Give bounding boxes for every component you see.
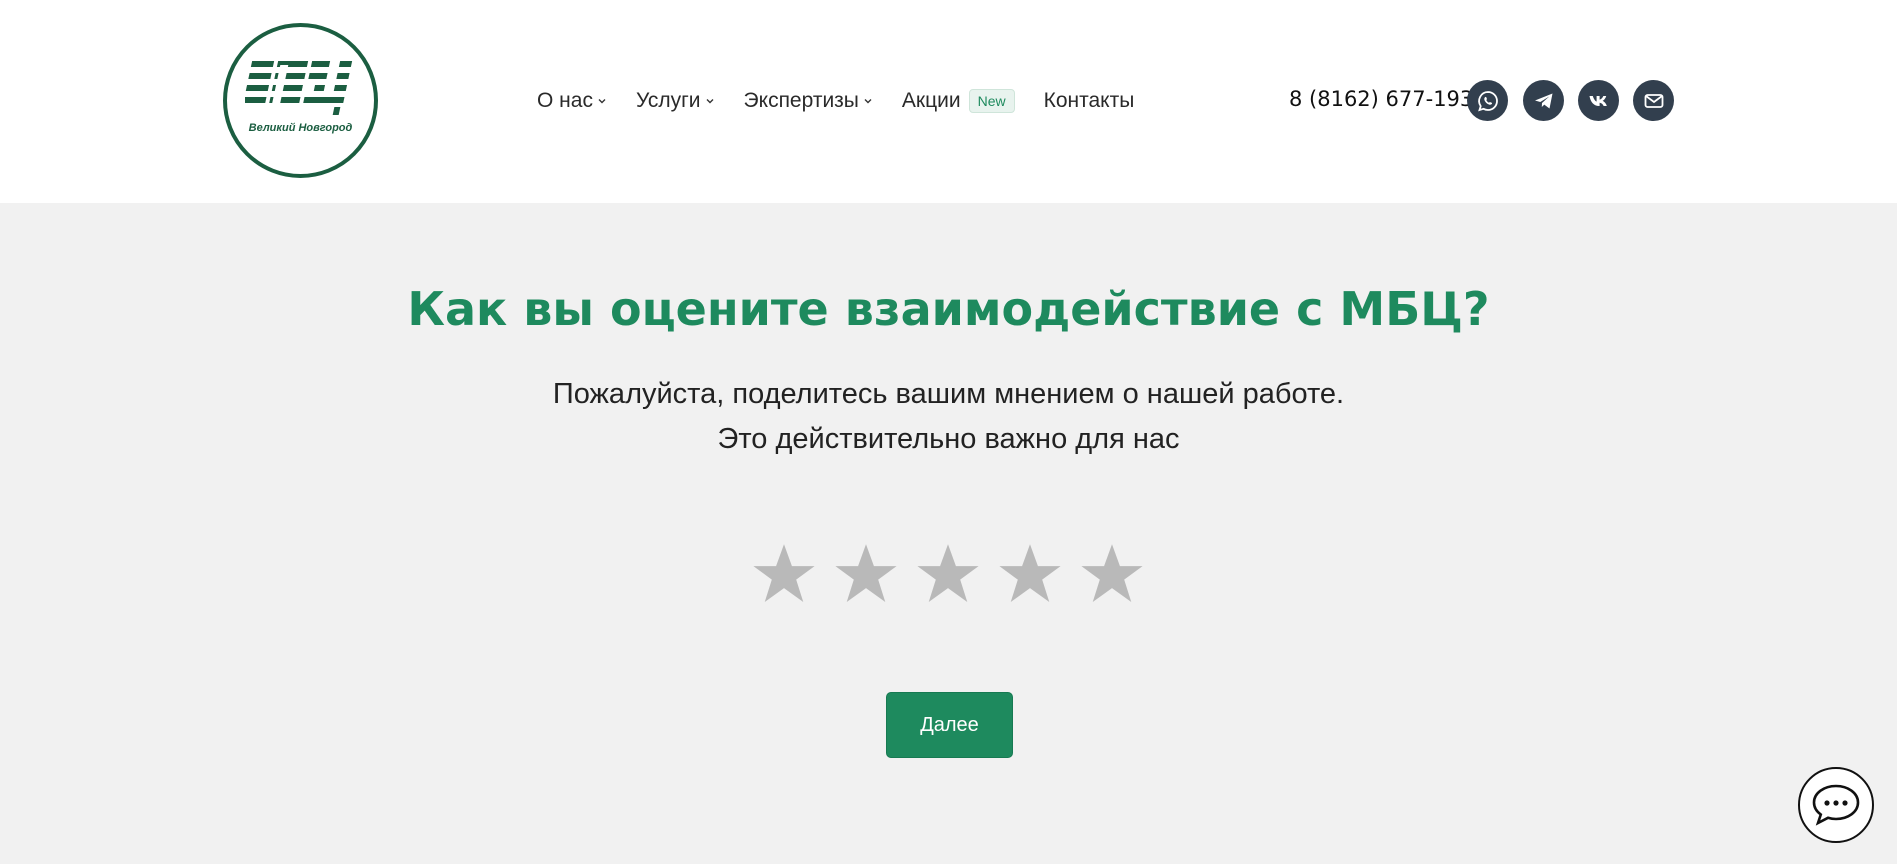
telegram-button[interactable] [1523,80,1564,121]
new-badge: New [968,89,1015,113]
survey-subtitle: Пожалуйста, поделитесь вашим мнением о н… [0,372,1897,462]
vk-button[interactable] [1578,80,1619,121]
telegram-icon [1534,93,1552,108]
rating-star-5[interactable] [1078,540,1146,608]
survey-title: Как вы оцените взаимодействие с МБЦ? [407,282,1490,336]
rating-star-3[interactable] [914,540,982,608]
whatsapp-icon [1477,90,1498,111]
nav-item-label: О нас [537,89,593,112]
whatsapp-button[interactable] [1467,80,1508,121]
nav-item-label: Акции [901,89,961,112]
nav-item-label: Услуги [635,89,701,112]
rating-star-1[interactable] [750,540,818,608]
chevron-down-icon [864,99,872,104]
phone-link[interactable]: 8 (8162) 677-193 [1289,87,1473,111]
mail-icon [1644,93,1663,108]
chevron-down-icon [706,99,714,104]
star-icon [835,544,897,603]
main-nav: О нас Услуги Экспертизы Акции New Контак… [537,86,1163,116]
subtitle-line: Это действительно важно для нас [717,423,1180,455]
chat-bubble-icon [1812,784,1860,826]
star-icon [1081,544,1143,603]
nav-item-about[interactable]: О нас [537,89,607,113]
logo-subtitle: Великий Новгород [248,122,353,134]
next-button[interactable]: Далее [886,692,1013,758]
rating-star-2[interactable] [832,540,900,608]
nav-item-label: Контакты [1043,89,1135,112]
star-icon [999,544,1061,603]
nav-item-expertise[interactable]: Экспертизы [744,89,873,113]
subtitle-line: Пожалуйста, поделитесь вашим мнением о н… [552,378,1345,410]
nav-item-services[interactable]: Услуги [636,89,715,113]
star-icon [753,544,815,603]
vk-icon [1589,95,1607,106]
nav-item-promotions[interactable]: Акции New [902,89,1015,113]
site-header: Великий Новгород О нас Услуги Экспертизы… [0,0,1897,203]
nav-item-contacts[interactable]: Контакты [1044,89,1135,113]
logo-mark [245,57,353,115]
star-icon [917,544,979,603]
rating-star-4[interactable] [996,540,1064,608]
chevron-down-icon [598,99,606,104]
mail-button[interactable] [1633,80,1674,121]
chat-widget-button[interactable] [1798,767,1874,843]
nav-item-label: Экспертизы [743,89,859,112]
logo[interactable]: Великий Новгород [223,23,378,178]
rating-stars [750,540,1160,608]
